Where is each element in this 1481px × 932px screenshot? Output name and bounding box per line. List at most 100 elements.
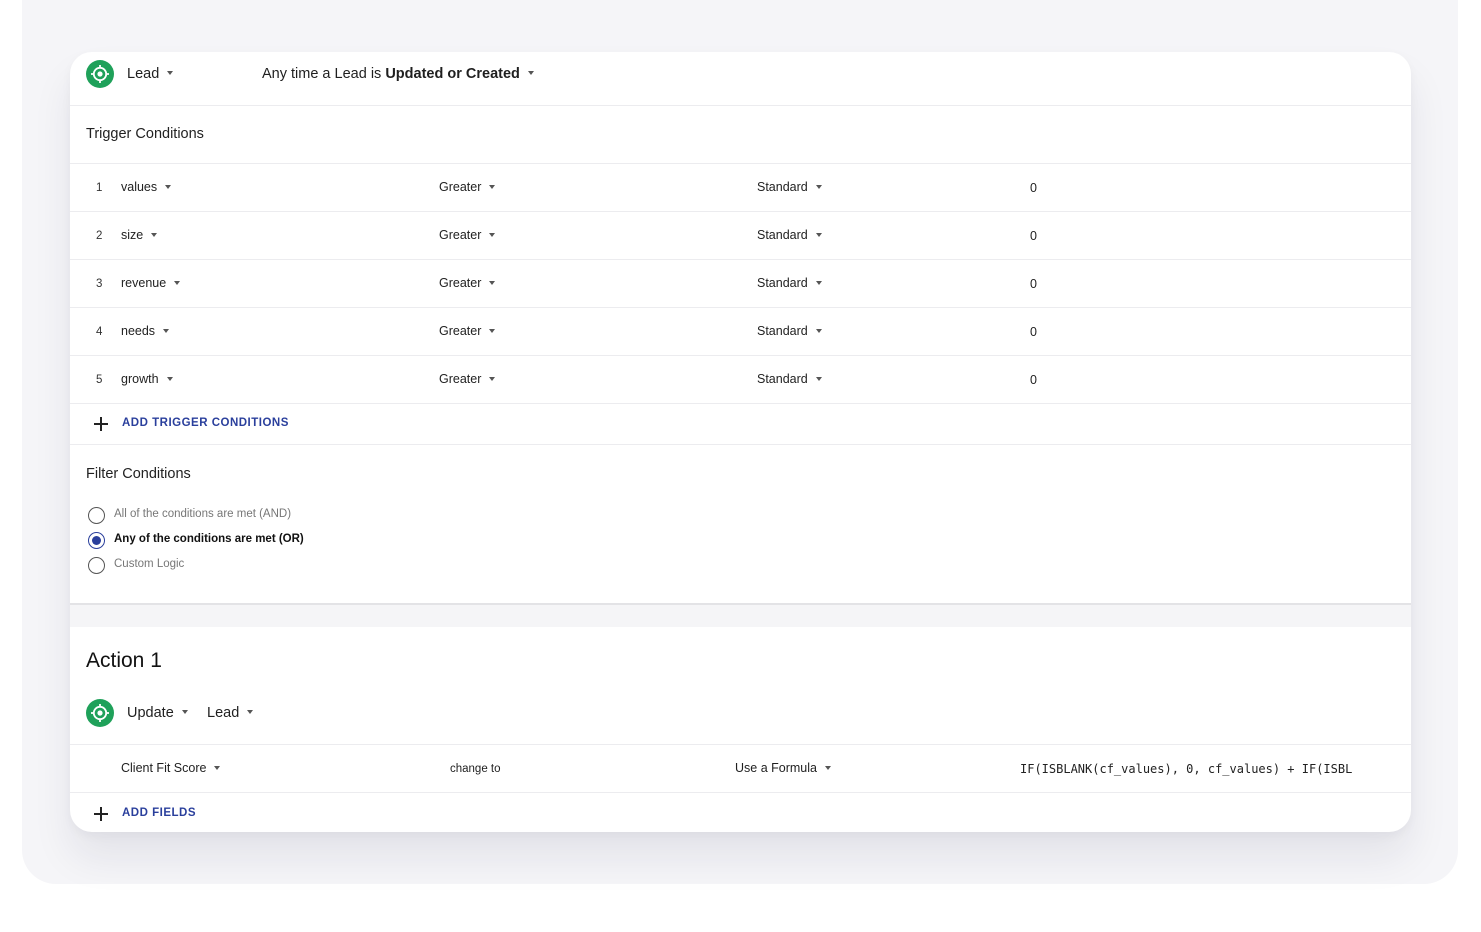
- condition-number: 5: [96, 374, 103, 386]
- section-divider: [70, 603, 1411, 627]
- action-field-label: Client Fit Score: [121, 761, 207, 775]
- caret-down-icon: [527, 71, 534, 76]
- condition-operator-dropdown[interactable]: Greater: [439, 180, 496, 194]
- action-verb-label: Update: [127, 705, 174, 721]
- condition-type-label: Standard: [757, 276, 808, 290]
- condition-value-input[interactable]: 0: [1030, 277, 1037, 291]
- caret-down-icon: [489, 280, 496, 285]
- condition-operator-label: Greater: [439, 372, 482, 386]
- trigger-condition-row: 1 values Greater Standard 0: [70, 164, 1411, 212]
- action-object-dropdown[interactable]: Lead: [207, 705, 254, 721]
- formula-input[interactable]: IF(ISBLANK(cf_values), 0, cf_values) + I…: [1020, 762, 1366, 776]
- target-icon: [86, 699, 114, 727]
- caret-down-icon: [214, 765, 221, 770]
- condition-operator-label: Greater: [439, 228, 482, 242]
- condition-type-dropdown[interactable]: Standard: [757, 276, 822, 290]
- caret-down-icon: [489, 376, 496, 381]
- value-mode-dropdown[interactable]: Use a Formula: [735, 761, 831, 775]
- condition-type-dropdown[interactable]: Standard: [757, 372, 822, 386]
- plus-icon[interactable]: [94, 807, 108, 821]
- trigger-header: Lead Any time a Lead is Updated or Creat…: [70, 52, 1411, 106]
- condition-field-label: values: [121, 180, 158, 194]
- condition-operator-label: Greater: [439, 180, 482, 194]
- value-mode-label: Use a Formula: [735, 761, 817, 775]
- trigger-object-label: Lead: [127, 66, 160, 82]
- condition-field-dropdown[interactable]: values: [121, 180, 172, 194]
- filter-option-label[interactable]: Any of the conditions are met (OR): [114, 533, 304, 545]
- caret-down-icon: [151, 232, 158, 237]
- trigger-condition-row: 2 size Greater Standard 0: [70, 212, 1411, 260]
- condition-field-label: growth: [121, 372, 159, 386]
- action-verb-dropdown[interactable]: Update: [127, 705, 188, 721]
- caret-down-icon: [824, 765, 831, 770]
- target-icon: [86, 60, 114, 88]
- condition-type-label: Standard: [757, 372, 808, 386]
- condition-value-input[interactable]: 0: [1030, 325, 1037, 339]
- caret-down-icon: [181, 710, 188, 715]
- condition-type-dropdown[interactable]: Standard: [757, 324, 822, 338]
- condition-operator-dropdown[interactable]: Greater: [439, 324, 496, 338]
- caret-down-icon: [174, 280, 181, 285]
- filter-option-label[interactable]: Custom Logic: [114, 558, 184, 570]
- condition-type-label: Standard: [757, 228, 808, 242]
- caret-down-icon: [166, 376, 173, 381]
- condition-type-label: Standard: [757, 324, 808, 338]
- filter-radio-button[interactable]: [88, 532, 105, 549]
- trigger-event-prefix: Any time a Lead is: [262, 66, 382, 82]
- caret-down-icon: [489, 184, 496, 189]
- filter-conditions-title: Filter Conditions: [86, 466, 191, 482]
- add-trigger-conditions-row: ADD TRIGGER CONDITIONS: [70, 403, 1411, 445]
- trigger-object-dropdown[interactable]: Lead: [127, 66, 174, 82]
- trigger-conditions-title: Trigger Conditions: [86, 126, 204, 142]
- filter-radio-button[interactable]: [88, 557, 105, 574]
- condition-operator-dropdown[interactable]: Greater: [439, 276, 496, 290]
- trigger-conditions-header: Trigger Conditions: [70, 106, 1411, 164]
- condition-value-input[interactable]: 0: [1030, 229, 1037, 243]
- condition-field-dropdown[interactable]: revenue: [121, 276, 181, 290]
- condition-number: 2: [96, 230, 103, 242]
- filter-radio-button[interactable]: [88, 507, 105, 524]
- condition-value-input[interactable]: 0: [1030, 181, 1037, 195]
- action-object-label: Lead: [207, 705, 240, 721]
- action-field-row: Client Fit Score change to Use a Formula…: [70, 744, 1411, 793]
- plus-icon[interactable]: [94, 417, 108, 431]
- condition-field-label: needs: [121, 324, 156, 338]
- condition-field-dropdown[interactable]: size: [121, 228, 158, 242]
- condition-field-label: revenue: [121, 276, 167, 290]
- condition-value-input[interactable]: 0: [1030, 373, 1037, 387]
- condition-number: 4: [96, 326, 103, 338]
- caret-down-icon: [489, 328, 496, 333]
- condition-operator-dropdown[interactable]: Greater: [439, 228, 496, 242]
- trigger-condition-row: 4 needs Greater Standard 0: [70, 308, 1411, 356]
- add-trigger-conditions-button[interactable]: ADD TRIGGER CONDITIONS: [122, 417, 289, 429]
- caret-down-icon: [163, 328, 170, 333]
- caret-down-icon: [489, 232, 496, 237]
- caret-down-icon: [247, 710, 254, 715]
- condition-number: 3: [96, 278, 103, 290]
- caret-down-icon: [165, 184, 172, 189]
- trigger-event-dropdown[interactable]: Any time a Lead is Updated or Created: [262, 66, 534, 82]
- change-to-label: change to: [450, 763, 501, 775]
- condition-number: 1: [96, 182, 103, 194]
- condition-operator-label: Greater: [439, 276, 482, 290]
- caret-down-icon: [815, 232, 822, 237]
- caret-down-icon: [167, 71, 174, 76]
- condition-operator-dropdown[interactable]: Greater: [439, 372, 496, 386]
- condition-type-dropdown[interactable]: Standard: [757, 180, 822, 194]
- condition-field-dropdown[interactable]: needs: [121, 324, 170, 338]
- workflow-card: Lead Any time a Lead is Updated or Creat…: [70, 52, 1411, 832]
- trigger-condition-row: 5 growth Greater Standard 0: [70, 356, 1411, 404]
- condition-field-dropdown[interactable]: growth: [121, 372, 173, 386]
- caret-down-icon: [815, 376, 822, 381]
- add-fields-button[interactable]: ADD FIELDS: [122, 807, 196, 819]
- condition-operator-label: Greater: [439, 324, 482, 338]
- caret-down-icon: [815, 280, 822, 285]
- action-field-dropdown[interactable]: Client Fit Score: [121, 761, 221, 775]
- condition-field-label: size: [121, 228, 144, 242]
- caret-down-icon: [815, 328, 822, 333]
- trigger-event-value: Updated or Created: [385, 66, 520, 82]
- filter-option-label[interactable]: All of the conditions are met (AND): [114, 508, 291, 520]
- caret-down-icon: [815, 184, 822, 189]
- trigger-condition-row: 3 revenue Greater Standard 0: [70, 260, 1411, 308]
- condition-type-dropdown[interactable]: Standard: [757, 228, 822, 242]
